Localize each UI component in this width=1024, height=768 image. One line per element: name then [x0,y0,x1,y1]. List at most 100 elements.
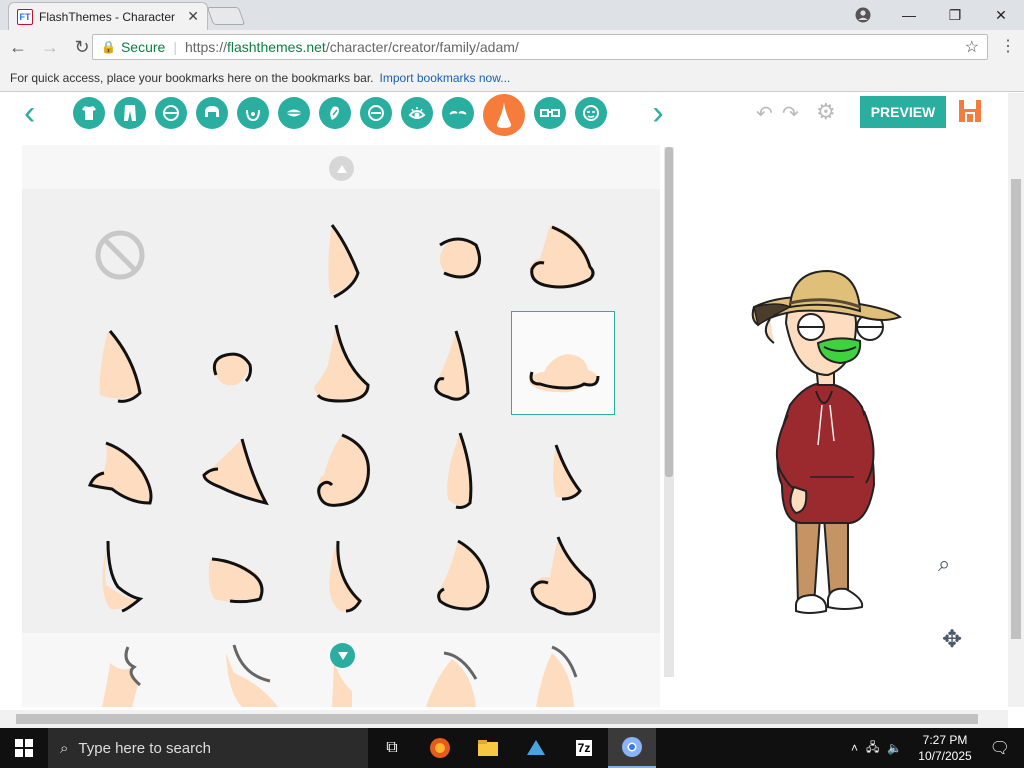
windows-taskbar: ⌕ Type here to search ⧉ 7z ˄ 🖧 🔈 7:27 PM… [0,728,1024,768]
taskbar-search[interactable]: ⌕ Type here to search [48,728,368,768]
address-bar[interactable]: 🔒 Secure | https:// flashthemes.net /cha… [92,34,988,60]
clock[interactable]: 7:27 PM 10/7/2025 [918,732,971,764]
nose-option[interactable] [510,417,614,521]
tab-title: FlashThemes - Character [39,9,176,24]
nose-option[interactable] [288,417,392,521]
nose-option[interactable] [288,523,392,627]
system-tray: ˄ 🖧 🔈 7:27 PM 10/7/2025 🗨 [851,728,1024,768]
panel-scrollbar-thumb[interactable] [665,147,673,477]
clock-date: 10/7/2025 [918,749,972,763]
category-bar: ‹ › [24,93,664,136]
network-icon[interactable]: 🖧 [866,738,879,759]
pants-icon[interactable] [114,97,147,129]
character-creator-page: ‹ › ↶ ↷ ⚙ PREVIEW ⌕ ✥ [0,93,1008,707]
lock-icon: 🔒 [101,40,116,54]
nose-option[interactable] [288,203,392,307]
forward-button[interactable]: → [36,33,64,61]
page-scrollbar-vertical[interactable] [1008,93,1024,707]
nose-option[interactable] [68,523,172,627]
skin-icon[interactable] [319,97,352,129]
chrome-icon[interactable] [608,728,656,768]
category-prev-arrow-icon[interactable]: ‹ [24,96,35,130]
nose-option[interactable] [408,417,512,521]
new-tab-button[interactable] [206,7,246,25]
scroll-down-icon[interactable] [330,643,355,668]
close-window-button[interactable]: ✕ [978,0,1024,30]
glasses-icon[interactable] [534,97,567,129]
eyebrow-icon[interactable] [442,97,475,129]
url-scheme: https:// [184,39,227,55]
zoom-icon[interactable]: ⌕ [938,551,950,577]
back-button[interactable]: ← [4,33,32,61]
nose-option[interactable] [408,523,512,627]
app-icon[interactable] [512,728,560,768]
nose-option-selected[interactable] [511,311,615,415]
tray-chevron-icon[interactable]: ˄ [851,741,858,755]
bookmarks-hint: For quick access, place your bookmarks h… [10,70,374,85]
import-bookmarks-link[interactable]: Import bookmarks now... [380,71,511,85]
volume-icon[interactable]: 🔈 [887,741,902,755]
browser-menu-icon[interactable]: ⋮ [1000,36,1016,56]
profile-icon[interactable] [852,4,874,26]
url-path: /character/creator/family/adam/ [325,39,519,55]
7zip-icon[interactable]: 7z [560,728,608,768]
hair-icon[interactable] [196,97,229,129]
accessory-icon[interactable] [575,97,608,129]
url-host: flashthemes.net [226,39,326,55]
nose-icon[interactable] [483,94,526,136]
nose-option[interactable] [68,417,172,521]
restore-button[interactable]: ❐ [932,0,978,30]
clock-time: 7:27 PM [922,733,968,747]
beard-icon[interactable] [237,97,270,129]
windows-start-icon[interactable] [0,728,48,768]
page-scrollbar-horizontal[interactable] [0,710,1008,728]
nose-option[interactable] [288,309,392,413]
task-view-icon[interactable]: ⧉ [368,728,416,768]
nose-option[interactable] [510,203,614,307]
face-shape-icon[interactable] [155,97,188,129]
nose-options-panel [22,145,660,707]
page-scrollbar-vertical-thumb[interactable] [1011,179,1021,639]
bookmark-star-icon[interactable]: ☆ [965,37,979,57]
scroll-down-area [22,633,660,707]
settings-gear-icon[interactable]: ⚙ [816,99,836,125]
character-illustration[interactable] [678,215,1008,635]
nose-option-none[interactable] [68,203,172,307]
move-icon[interactable]: ✥ [942,625,962,654]
redo-icon[interactable]: ↷ [782,101,799,126]
page-scrollbar-horizontal-thumb[interactable] [16,714,978,724]
browser-titlebar: FT FlashThemes - Character ✕ — ❐ ✕ [0,0,1024,30]
minimize-button[interactable]: — [886,0,932,30]
mouth-icon[interactable] [278,97,311,129]
character-preview [678,145,1008,707]
browser-tab[interactable]: FT FlashThemes - Character ✕ [8,2,208,30]
notifications-icon[interactable]: 🗨 [990,738,1010,758]
nose-option[interactable] [510,523,614,627]
firefox-icon[interactable] [416,728,464,768]
nose-option[interactable] [408,309,512,413]
panel-scrollbar[interactable] [664,147,674,677]
eye-icon[interactable] [401,97,434,129]
scroll-up-area [22,145,660,189]
save-icon[interactable] [958,99,982,123]
search-icon: ⌕ [60,739,69,757]
browser-toolbar: ← → ↻ 🔒 Secure | https:// flashthemes.ne… [0,30,1024,64]
secure-label: Secure [120,39,166,55]
close-tab-icon[interactable]: ✕ [187,8,199,25]
nose-option[interactable] [180,309,284,413]
nose-option[interactable] [180,417,284,521]
nose-option[interactable] [408,203,512,307]
search-placeholder: Type here to search [78,739,211,757]
shirt-icon[interactable] [73,97,106,129]
preview-button[interactable]: PREVIEW [860,96,946,128]
category-next-arrow-icon[interactable]: › [652,96,663,130]
scroll-up-icon[interactable] [329,156,354,181]
favicon-icon: FT [17,8,33,25]
nose-option[interactable] [68,309,172,413]
nose-option[interactable] [180,523,284,627]
file-explorer-icon[interactable] [464,728,512,768]
mouth-line-icon[interactable] [360,97,393,129]
url-separator: | [173,39,177,55]
bookmarks-bar: For quick access, place your bookmarks h… [0,64,1024,92]
undo-icon[interactable]: ↶ [756,101,773,126]
